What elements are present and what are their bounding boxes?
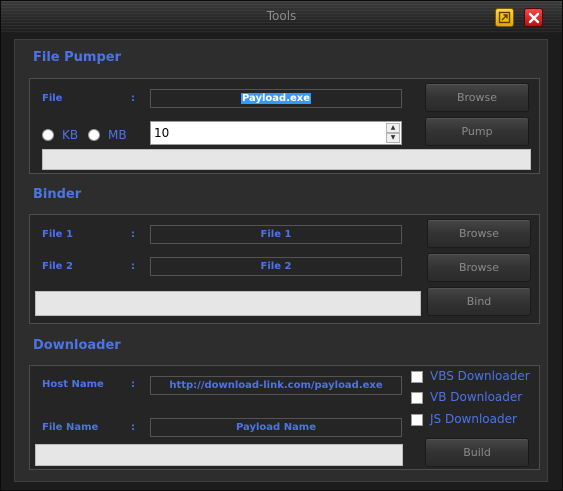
file1-colon: : [131,229,135,240]
js-downloader-label: JS Downloader [430,412,517,426]
file2-field[interactable]: File 2 [150,257,402,276]
size-value: 10 [154,126,170,140]
file-name-field[interactable]: Payload Name [150,418,402,437]
file-label: File [42,93,63,104]
downloader-title: Downloader [33,338,121,353]
pump-file-field[interactable]: Payload.exe [150,89,402,108]
spinner-buttons: ▲ ▼ [386,123,400,143]
spin-down-button[interactable]: ▼ [386,133,400,143]
vb-downloader-checkbox[interactable] [411,392,423,404]
close-icon [528,12,539,23]
downloader-group: Host Name : http://download-link.com/pay… [29,365,540,470]
tools-window: Tools File Pumper File : Payload.exe Bro… [0,0,563,491]
build-button[interactable]: Build [425,438,529,467]
file1-field[interactable]: File 1 [150,225,402,244]
pump-progress-bar [42,149,531,170]
close-button[interactable] [524,8,543,27]
file2-colon: : [131,261,135,272]
binder-browse1-button[interactable]: Browse [427,219,531,248]
pump-file-value: Payload.exe [240,93,312,104]
mb-radio[interactable] [88,129,100,141]
file-colon: : [131,93,135,104]
file1-label: File 1 [42,229,73,240]
host-name-field[interactable]: http://download-link.com/payload.exe [150,376,402,395]
binder-title: Binder [33,187,82,202]
file2-label: File 2 [42,261,73,272]
binder-browse2-button[interactable]: Browse [427,253,531,282]
bind-button[interactable]: Bind [427,287,531,316]
restore-button[interactable] [495,8,514,27]
binder-progress-bar [35,291,421,316]
window-title: Tools [266,9,297,23]
vbs-downloader-checkbox[interactable] [411,371,423,383]
host-name-colon: : [131,379,135,390]
pump-browse-button[interactable]: Browse [425,83,529,112]
kb-label: KB [62,128,79,142]
downloader-progress-bar [35,444,403,466]
file-name-label: File Name [42,422,99,433]
title-bar[interactable]: Tools [1,1,562,33]
spin-up-button[interactable]: ▲ [386,123,400,133]
file-name-colon: : [131,422,135,433]
restore-icon [498,11,511,24]
kb-radio[interactable] [42,129,54,141]
vbs-downloader-label: VBS Downloader [430,369,530,383]
file-pumper-group: File : Payload.exe Browse KB MB 10 ▲ ▼ P… [29,78,540,174]
file-pumper-title: File Pumper [33,50,121,65]
pump-button[interactable]: Pump [425,117,529,146]
tools-content: File Pumper File : Payload.exe Browse KB… [14,39,548,482]
vb-downloader-label: VB Downloader [430,390,523,404]
binder-group: File 1 : File 1 Browse File 2 : File 2 B… [29,214,540,324]
js-downloader-checkbox[interactable] [411,414,423,426]
size-spinner[interactable]: 10 ▲ ▼ [150,121,402,145]
mb-label: MB [108,128,127,142]
host-name-label: Host Name [42,379,104,390]
